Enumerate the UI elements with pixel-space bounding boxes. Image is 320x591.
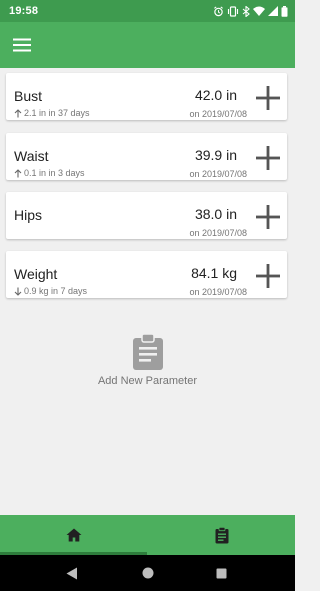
parameter-date: on 2019/07/08 — [189, 109, 247, 119]
add-measurement-icon[interactable] — [255, 145, 281, 171]
home-circle-icon — [142, 567, 154, 579]
alarm-icon — [213, 6, 224, 17]
vibrate-icon — [227, 5, 239, 17]
parameter-date: on 2019/07/08 — [189, 169, 247, 179]
parameter-value: 84.1 kg — [191, 265, 237, 281]
menu-icon — [13, 38, 31, 52]
parameter-change: 0.9 kg in 7 days — [14, 286, 87, 296]
home-system-button[interactable] — [138, 563, 158, 583]
parameter-card-weight[interactable]: Weight 0.9 kg in 7 days 84.1 kg on 2019/… — [6, 251, 287, 298]
status-icons — [213, 5, 288, 17]
parameter-value: 42.0 in — [194, 87, 237, 103]
recents-icon — [216, 568, 226, 578]
parameter-card-waist[interactable]: Waist 0.1 in in 3 days 39.9 in on 2019/0… — [6, 133, 287, 180]
menu-button[interactable] — [10, 35, 34, 55]
arrow-down-icon — [14, 287, 22, 296]
arrow-up-icon — [14, 168, 22, 177]
tab-parameters[interactable] — [148, 515, 295, 555]
bottom-nav — [0, 515, 295, 555]
signal-icon — [268, 6, 278, 16]
parameter-name: Weight — [14, 266, 58, 282]
wifi-icon — [253, 6, 265, 16]
clipboard-icon — [215, 526, 228, 543]
system-nav-bar — [0, 555, 295, 591]
status-time: 19:58 — [9, 5, 39, 17]
back-button[interactable] — [62, 563, 82, 583]
parameter-date: on 2019/07/08 — [189, 228, 247, 238]
add-measurement-icon[interactable] — [255, 263, 281, 289]
parameter-name: Hips — [14, 207, 43, 223]
battery-icon — [281, 5, 288, 17]
parameter-date: on 2019/07/08 — [189, 287, 247, 297]
parameter-value: 39.9 in — [194, 147, 237, 163]
home-icon — [66, 528, 81, 542]
parameter-change-text: 0.1 in in 3 days — [24, 168, 85, 178]
bluetooth-icon — [242, 5, 250, 17]
parameter-card-bust[interactable]: Bust 2.1 in in 37 days 42.0 in on 2019/0… — [6, 73, 287, 120]
parameter-name: Bust — [14, 88, 43, 104]
add-new-parameter-button[interactable]: Add New Parameter — [0, 333, 295, 387]
parameter-change-text: 0.9 kg in 7 days — [24, 286, 88, 296]
parameter-value: 38.0 in — [194, 206, 237, 222]
parameter-change: 0.1 in in 3 days — [14, 168, 85, 178]
parameter-list: Bust 2.1 in in 37 days 42.0 in on 2019/0… — [0, 68, 295, 515]
recents-button[interactable] — [211, 563, 231, 583]
add-new-parameter-label: Add New Parameter — [97, 375, 198, 387]
parameter-change-text: 2.1 in in 37 days — [24, 108, 90, 118]
status-bar: 19:58 — [0, 0, 295, 22]
arrow-up-icon — [14, 108, 22, 117]
parameter-card-hips[interactable]: Hips 38.0 in on 2019/07/08 — [6, 192, 287, 239]
clipboard-icon — [132, 333, 163, 370]
back-icon — [66, 567, 77, 579]
add-measurement-icon[interactable] — [255, 204, 281, 230]
tab-home[interactable] — [0, 515, 147, 555]
parameter-name: Waist — [14, 148, 49, 164]
app-bar — [0, 22, 295, 68]
parameter-change: 2.1 in in 37 days — [14, 108, 90, 118]
add-measurement-icon[interactable] — [255, 85, 281, 111]
